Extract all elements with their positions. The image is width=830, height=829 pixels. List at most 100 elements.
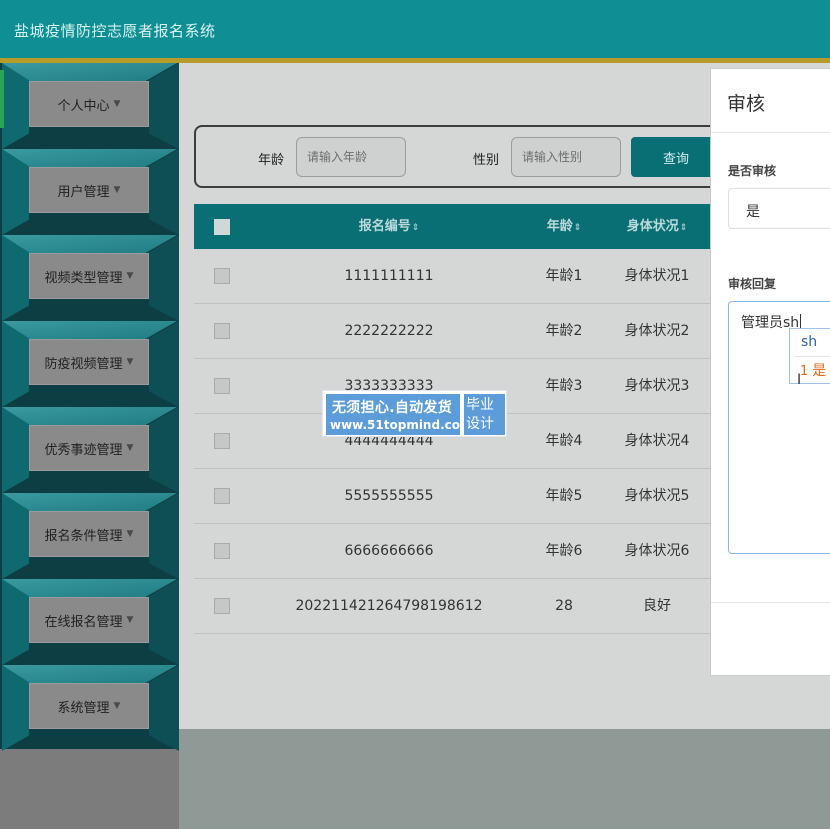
column-header-health[interactable]: 身体状况⇕ [612, 204, 702, 249]
sidebar-item-button[interactable]: 个人中心 ▼ [29, 81, 149, 127]
chevron-down-icon: ▼ [113, 701, 121, 711]
cell-age: 年龄4 [545, 433, 583, 449]
cell-health: 身体状况2 [624, 323, 690, 339]
review-status-value: 是 [746, 204, 760, 220]
cell-health: 身体状况6 [624, 543, 690, 559]
sidebar-bevel [2, 321, 177, 339]
table-row[interactable]: 20221142126479819861​2 28 良好 [194, 579, 714, 634]
chevron-down-icon: ▼ [113, 99, 121, 109]
watermark-side: 毕业 设计 [464, 394, 505, 435]
chevron-down-icon: ▼ [126, 443, 134, 453]
sidebar-bevel [2, 149, 177, 167]
sidebar-item-label: 个人中心 [57, 98, 110, 114]
row-checkbox[interactable] [214, 433, 230, 449]
sidebar-item-label: 系统管理 [57, 700, 110, 716]
dialog-title: 审核 [727, 93, 766, 115]
sort-icon: ⇕ [573, 223, 582, 233]
select-all-checkbox[interactable] [214, 219, 230, 235]
sidebar-item-epidemic-video-management[interactable]: 防疫视频管理 ▼ [2, 321, 179, 407]
review-reply-label: 审核回复 [728, 277, 777, 291]
chevron-down-icon: ▼ [126, 615, 134, 625]
sidebar-item-user-management[interactable]: 用户管理 ▼ [2, 149, 179, 235]
sidebar-item-label: 报名条件管理 [44, 528, 123, 544]
cell-age: 年龄5 [545, 488, 583, 504]
cell-age: 年龄1 [545, 268, 583, 284]
column-header-id[interactable]: 报名编号⇕ [294, 204, 484, 249]
main-footer-area [179, 729, 830, 829]
ime-candidate-popup: sh 1是 [789, 328, 830, 384]
cell-id: 6666666666 [344, 543, 434, 559]
cell-health: 身体状况1 [624, 268, 690, 284]
sidebar-item-button[interactable]: 系统管理 ▼ [29, 683, 149, 729]
sidebar-bevel [2, 407, 177, 425]
sidebar-bevel [2, 63, 177, 81]
gender-label: 性别 [473, 153, 500, 168]
sidebar-bevel [2, 493, 177, 511]
sidebar-item-video-type-management[interactable]: 视频类型管理 ▼ [2, 235, 179, 321]
age-input[interactable] [296, 137, 406, 177]
sidebar-item-button[interactable]: 在线报名管理 ▼ [29, 597, 149, 643]
chevron-down-icon: ▼ [126, 271, 134, 281]
cell-age: 年龄6 [545, 543, 583, 559]
age-label: 年龄 [258, 153, 285, 168]
sidebar-bevel [2, 665, 177, 683]
dialog-footer-divider [711, 602, 830, 603]
table-row[interactable]: 2222222222 年龄2 身体状况2 [194, 304, 714, 359]
sidebar-item-button[interactable]: 优秀事迹管理 ▼ [29, 425, 149, 471]
cell-health: 身体状况4 [624, 433, 690, 449]
cell-id: 20221142126479819861​2 [295, 598, 483, 614]
cell-health: 身体状况3 [624, 378, 690, 394]
watermark-main: 无须担心.自动发货 www.51topmind.com [326, 394, 473, 435]
sidebar-item-button[interactable]: 用户管理 ▼ [29, 167, 149, 213]
sidebar-item-label: 用户管理 [57, 184, 110, 200]
gender-input[interactable] [511, 137, 621, 177]
ime-composition: sh [801, 334, 818, 350]
row-checkbox[interactable] [214, 598, 230, 614]
sidebar-item-system-management[interactable]: 系统管理 ▼ [2, 665, 179, 751]
cell-health: 良好 [643, 598, 671, 614]
chevron-down-icon: ▼ [126, 357, 134, 367]
table-row[interactable]: 5555555555 年龄5 身体状况5 [194, 469, 714, 524]
column-header-age[interactable]: 年龄⇕ [524, 204, 604, 249]
query-button[interactable]: 查询 [631, 137, 721, 177]
sort-icon: ⇕ [679, 223, 688, 233]
watermark-badge: 无须担心.自动发货 www.51topmind.com 毕业 设计 [322, 390, 507, 437]
sidebar-item-excellent-deeds-management[interactable]: 优秀事迹管理 ▼ [2, 407, 179, 493]
row-checkbox[interactable] [214, 378, 230, 394]
cell-id: 5555555555 [344, 488, 434, 504]
sidebar-item-label: 防疫视频管理 [44, 356, 123, 372]
dialog-divider [711, 132, 830, 133]
row-checkbox[interactable] [214, 268, 230, 284]
table-row[interactable]: 1111111111 年龄1 身体状况1 [194, 249, 714, 304]
app-header: 盐城疫情防控志愿者报名系统 [0, 0, 830, 58]
ime-divider [795, 356, 830, 357]
sidebar-item-button[interactable]: 视频类型管理 ▼ [29, 253, 149, 299]
sidebar-bevel [2, 579, 177, 597]
cell-age: 年龄2 [545, 323, 583, 339]
row-checkbox[interactable] [214, 488, 230, 504]
sidebar-item-label: 视频类型管理 [44, 270, 123, 286]
sidebar-active-indicator [0, 70, 4, 128]
cell-age: 28 [555, 598, 573, 614]
sidebar-item-button[interactable]: 防疫视频管理 ▼ [29, 339, 149, 385]
sidebar-bevel [2, 235, 177, 253]
cell-id: 1111111111 [344, 268, 434, 284]
cell-age: 年龄3 [545, 378, 583, 394]
table-row[interactable]: 6666666666 年龄6 身体状况6 [194, 524, 714, 579]
sidebar-item-button[interactable]: 报名条件管理 ▼ [29, 511, 149, 557]
sidebar-item-registration-condition-management[interactable]: 报名条件管理 ▼ [2, 493, 179, 579]
sidebar-item-label: 在线报名管理 [44, 614, 123, 630]
ibeam-cursor-icon: I [797, 372, 802, 388]
review-status-label: 是否审核 [728, 164, 777, 178]
sidebar-footer-area [0, 749, 179, 829]
sort-icon: ⇕ [411, 223, 420, 233]
row-checkbox[interactable] [214, 323, 230, 339]
chevron-down-icon: ▼ [113, 185, 121, 195]
sidebar-item-label: 优秀事迹管理 [44, 442, 123, 458]
table-header: 报名编号⇕ 年龄⇕ 身体状况⇕ [194, 204, 714, 249]
sidebar-item-online-registration-management[interactable]: 在线报名管理 ▼ [2, 579, 179, 665]
review-status-select[interactable]: 是 [728, 188, 830, 229]
chevron-down-icon: ▼ [126, 529, 134, 539]
sidebar-item-personal-center[interactable]: 个人中心 ▼ [2, 63, 179, 149]
row-checkbox[interactable] [214, 543, 230, 559]
